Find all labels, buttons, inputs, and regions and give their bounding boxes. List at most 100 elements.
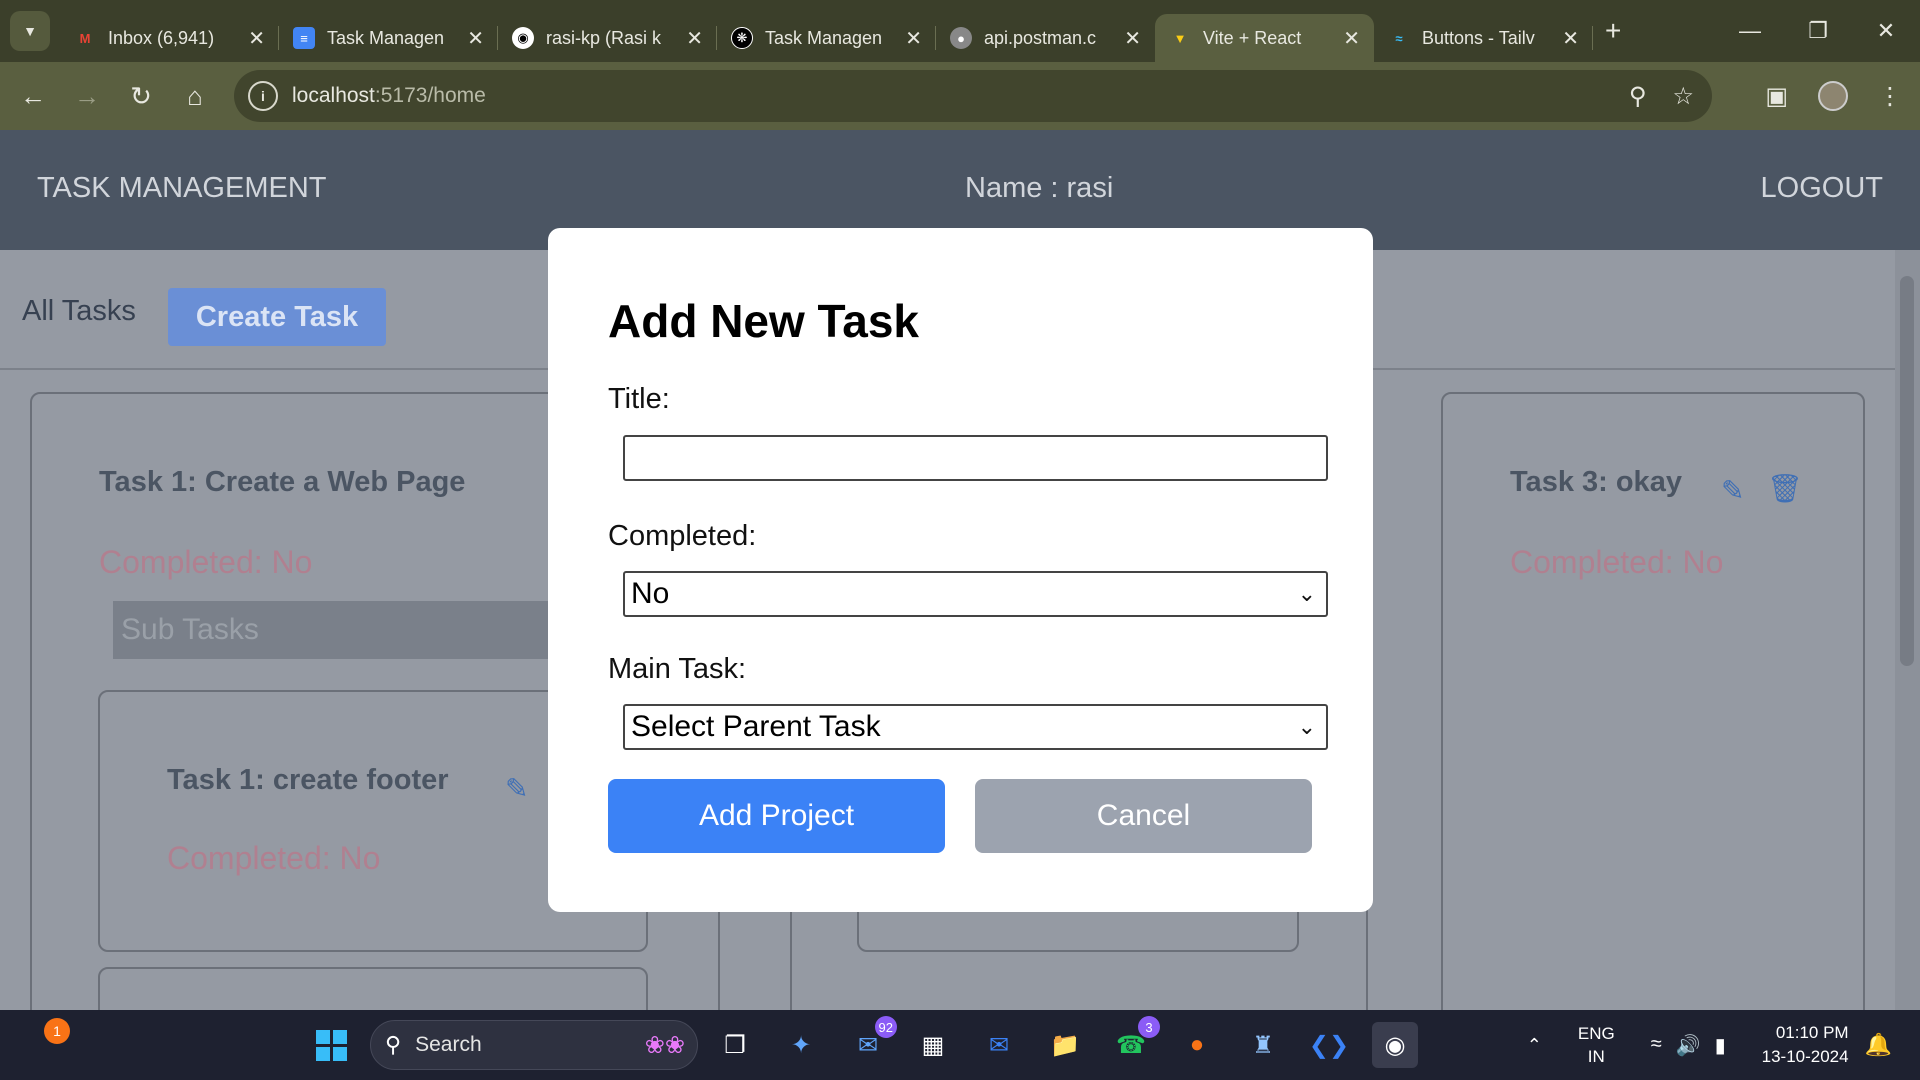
user-name-label: Name : rasi xyxy=(965,172,1114,204)
system-clock[interactable]: 01:10 PM 13-10-2024 xyxy=(1762,1021,1849,1069)
subtask-status: Completed: No xyxy=(167,840,381,876)
windows-start-icon[interactable] xyxy=(308,1022,354,1068)
trash-icon[interactable]: 🗑 xyxy=(1767,472,1803,505)
address-bar[interactable]: i localhost:5173/home ⚲ ☆ xyxy=(234,70,1712,122)
title-input[interactable] xyxy=(623,435,1328,481)
close-icon[interactable]: ✕ xyxy=(686,26,703,51)
postman-icon[interactable]: ● xyxy=(1174,1022,1220,1068)
github-icon: ◉ xyxy=(512,27,534,49)
browser-tab-tailwind[interactable]: ≈ Buttons - Tailv ✕ xyxy=(1374,14,1593,62)
tab-title: Vite + React xyxy=(1203,27,1302,48)
search-icon: ⚲ xyxy=(385,1032,402,1057)
notification-count: 1 xyxy=(53,1023,61,1039)
bookmark-star-icon[interactable]: ☆ xyxy=(1672,82,1694,111)
main-task-select[interactable]: Select Parent Task ⌄ xyxy=(623,704,1328,750)
completed-select-value: No xyxy=(631,577,670,610)
tab-title: Inbox (6,941) xyxy=(108,27,215,48)
window-controls: — ❐ ✕ xyxy=(1716,0,1920,62)
page-scrollbar[interactable] xyxy=(1895,250,1920,1010)
chrome-icon[interactable]: ◉ xyxy=(1372,1022,1418,1068)
tab-search-button[interactable]: ▼ xyxy=(10,11,50,51)
vscode-icon[interactable]: ❮❯ xyxy=(1306,1022,1352,1068)
chevron-down-icon: ⌄ xyxy=(1297,714,1316,739)
completed-select[interactable]: No ⌄ xyxy=(623,571,1328,617)
browser-tab-gmail[interactable]: M Inbox (6,941) ✕ xyxy=(60,14,279,62)
extensions-icon[interactable]: ▣ xyxy=(1765,82,1788,111)
minimize-icon[interactable]: — xyxy=(1716,0,1784,62)
volume-icon[interactable]: 🔊 xyxy=(1676,1033,1701,1058)
url-host: localhost xyxy=(292,84,375,107)
tab-title: rasi-kp (Rasi k xyxy=(546,27,662,48)
gmail-icon: M xyxy=(79,30,91,46)
tab-title: Task Managen xyxy=(765,27,883,48)
task-status: Completed: No xyxy=(99,544,313,580)
vite-icon: ▼ xyxy=(1173,30,1187,46)
url-text[interactable]: localhost:5173/home xyxy=(292,84,486,108)
back-arrow-icon[interactable]: ← xyxy=(6,69,60,123)
copilot-icon[interactable]: ✦ xyxy=(778,1022,824,1068)
docs-icon: ≡ xyxy=(293,27,315,49)
create-task-button[interactable]: Create Task xyxy=(168,288,386,346)
menu-kebab-icon[interactable]: ⋮ xyxy=(1878,82,1902,111)
title-label: Title: xyxy=(608,383,670,415)
all-tasks-heading[interactable]: All Tasks xyxy=(22,295,136,328)
completed-label: Completed: xyxy=(608,520,757,552)
restore-icon[interactable]: ❐ xyxy=(1784,0,1852,62)
new-tab-button[interactable]: + xyxy=(1605,15,1621,47)
task-view-icon[interactable]: ❐ xyxy=(712,1022,758,1068)
close-icon[interactable]: ✕ xyxy=(905,26,922,51)
add-project-button[interactable]: Add Project xyxy=(608,779,945,853)
chatgpt-icon: ❋ xyxy=(731,27,753,49)
site-info-icon[interactable]: i xyxy=(248,81,278,111)
app-brand[interactable]: TASK MANAGEMENT xyxy=(37,172,327,205)
task-card: Task 3: okay Completed: No ✎ 🗑 xyxy=(1441,392,1865,1010)
close-icon[interactable]: ✕ xyxy=(1562,26,1579,51)
browser-tab-vite[interactable]: ▼ Vite + React ✕ xyxy=(1155,14,1374,62)
close-icon[interactable]: ✕ xyxy=(1343,26,1360,51)
browser-tab-postman[interactable]: ● api.postman.c ✕ xyxy=(936,14,1155,62)
close-icon[interactable]: ✕ xyxy=(467,26,484,51)
subtask-title: Task 1: create footer xyxy=(167,764,449,796)
edit-icon[interactable]: ✎ xyxy=(505,772,528,805)
zoom-icon[interactable]: ⚲ xyxy=(1629,82,1647,111)
tab-list: M Inbox (6,941) ✕ ≡ Task Managen ✕ ◉ ras… xyxy=(60,0,1621,62)
browser-tab-chatgpt[interactable]: ❋ Task Managen ✕ xyxy=(717,14,936,62)
microsoft-store-icon[interactable]: ▦ xyxy=(910,1022,956,1068)
main-task-select-value: Select Parent Task xyxy=(631,710,881,743)
profile-avatar[interactable] xyxy=(1818,81,1848,111)
notification-bell-icon[interactable]: 🔔 xyxy=(1865,1032,1892,1058)
cancel-button[interactable]: Cancel xyxy=(975,779,1312,853)
main-task-label: Main Task: xyxy=(608,653,747,685)
home-icon[interactable]: ⌂ xyxy=(168,69,222,123)
browser-tab-docs[interactable]: ≡ Task Managen ✕ xyxy=(279,14,498,62)
browser-tab-strip: ▼ M Inbox (6,941) ✕ ≡ Task Managen ✕ ◉ r… xyxy=(0,0,1920,62)
logout-link[interactable]: LOGOUT xyxy=(1761,172,1883,205)
language-indicator[interactable]: ENG IN xyxy=(1578,1022,1615,1068)
chevron-up-icon[interactable]: ⌃ xyxy=(1527,1035,1542,1056)
edit-icon[interactable]: ✎ xyxy=(1721,474,1744,507)
modal-title: Add New Task xyxy=(608,295,919,347)
forward-arrow-icon[interactable]: → xyxy=(60,69,114,123)
close-icon[interactable]: ✕ xyxy=(248,26,265,51)
chevron-down-icon: ▼ xyxy=(23,23,37,39)
outlook-icon[interactable]: ✉ 92 xyxy=(845,1016,897,1068)
taskbar-search[interactable]: ⚲ Search ❀❀ xyxy=(370,1020,698,1070)
close-icon[interactable]: ✕ xyxy=(1124,26,1141,51)
file-explorer-icon[interactable]: 📁 xyxy=(1042,1022,1088,1068)
whatsapp-badge: 3 xyxy=(1138,1016,1160,1038)
whatsapp-icon[interactable]: ☎ 3 xyxy=(1108,1016,1160,1068)
postgresql-icon[interactable]: ♜ xyxy=(1240,1022,1286,1068)
battery-icon[interactable]: ▮ xyxy=(1715,1033,1726,1058)
task-title: Task 1: Create a Web Page xyxy=(99,466,466,498)
tab-title: Buttons - Tailv xyxy=(1422,27,1535,48)
browser-toolbar: ← → ↻ ⌂ i localhost:5173/home ⚲ ☆ ▣ ⋮ xyxy=(0,62,1920,130)
browser-tab-github[interactable]: ◉ rasi-kp (Rasi k ✕ xyxy=(498,14,717,62)
close-window-icon[interactable]: ✕ xyxy=(1852,0,1920,62)
mail-icon[interactable]: ✉ xyxy=(976,1022,1022,1068)
reload-icon[interactable]: ↻ xyxy=(114,69,168,123)
scrollbar-thumb[interactable] xyxy=(1900,276,1914,666)
taskbar-search-label: Search xyxy=(415,1033,482,1056)
wifi-icon[interactable]: ≈ xyxy=(1651,1033,1662,1058)
subtasks-label: Sub Tasks xyxy=(121,613,259,646)
weather-widget-icon[interactable]: 1 xyxy=(44,1018,70,1044)
